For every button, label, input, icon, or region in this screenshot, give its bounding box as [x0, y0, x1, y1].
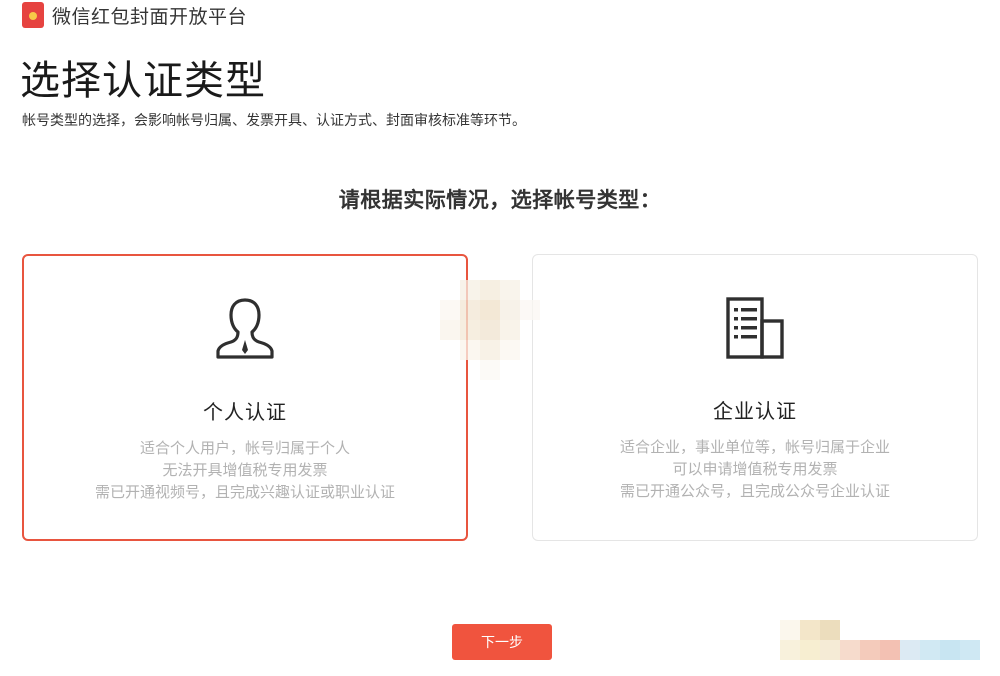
card-description-line: 适合个人用户，帐号归属于个人	[139, 440, 350, 457]
card-description-line: 可以申请增值税专用发票	[672, 461, 838, 478]
card-description-line: 无法开具增值税专用发票	[162, 462, 328, 479]
personal-verification-card[interactable]: 个人认证 适合个人用户，帐号归属于个人 无法开具增值税专用发票 需已开通视频号，…	[22, 254, 468, 541]
card-description-line: 适合企业，事业单位等，帐号归属于企业	[619, 439, 890, 456]
building-icon	[726, 297, 784, 359]
card-title: 企业认证	[713, 401, 797, 423]
next-step-button[interactable]: 下一步	[452, 624, 552, 660]
pixelated-decoration	[440, 280, 540, 380]
page-title: 选择认证类型	[20, 59, 266, 103]
card-description: 适合企业，事业单位等，帐号归属于企业 可以申请增值税专用发票 需已开通公众号，且…	[533, 437, 977, 503]
card-description: 适合个人用户，帐号归属于个人 无法开具增值税专用发票 需已开通视频号，且完成兴趣…	[24, 438, 466, 504]
brand-name: 微信红包封面开放平台	[52, 6, 248, 28]
card-description-line: 需已开通视频号，且完成兴趣认证或职业认证	[94, 484, 395, 501]
card-description-line: 需已开通公众号，且完成公众号企业认证	[619, 483, 890, 500]
person-icon	[216, 298, 274, 359]
red-envelope-logo-icon	[22, 2, 44, 28]
page: 微信红包封面开放平台 选择认证类型 帐号类型的选择，会影响帐号归属、发票开具、认…	[0, 0, 1000, 676]
page-description: 帐号类型的选择，会影响帐号归属、发票开具、认证方式、封面审核标准等环节。	[22, 112, 526, 128]
selection-prompt: 请根据实际情况，选择帐号类型：	[338, 189, 662, 212]
pixelated-decoration	[780, 620, 980, 660]
card-title: 个人认证	[203, 402, 287, 424]
enterprise-verification-card[interactable]: 企业认证 适合企业，事业单位等，帐号归属于企业 可以申请增值税专用发票 需已开通…	[532, 254, 978, 541]
brand[interactable]: 微信红包封面开放平台	[22, 2, 247, 28]
